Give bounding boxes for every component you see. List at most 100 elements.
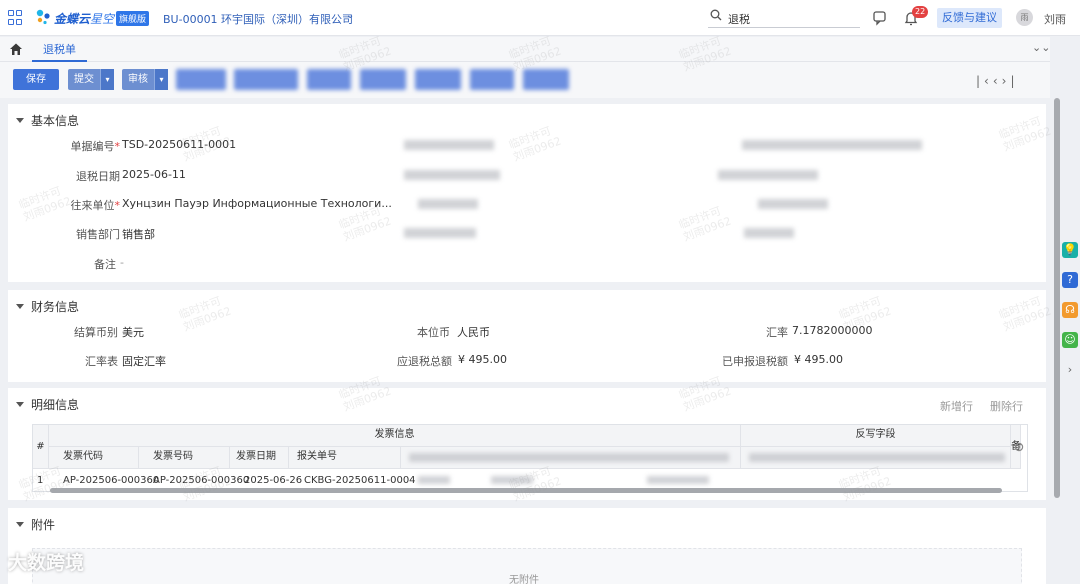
toolbar: 保存 提交 ▾ 审核 ▾ |‹‹›| [0, 62, 1050, 98]
refund-total-label: 应退税总额 [397, 355, 452, 368]
attachment-empty-text: 无附件 [509, 575, 539, 584]
attachment-section: 附件 无附件 [8, 508, 1046, 584]
redacted-field [758, 199, 828, 209]
table-horizontal-scrollbar[interactable] [50, 488, 1002, 493]
save-button[interactable]: 保存 [13, 69, 59, 90]
customs-no-header: 报关单号 [289, 447, 401, 469]
audit-dropdown-icon[interactable]: ▾ [154, 69, 168, 90]
toolbar-button-redacted-4[interactable] [360, 69, 406, 90]
bill-no-label: 单据编号* [70, 140, 121, 153]
delete-row-button[interactable]: 删除行 [990, 398, 1023, 414]
finance-info-title: 财务信息 [31, 300, 80, 314]
remark-field[interactable]: - [120, 256, 124, 269]
detail-info-header[interactable]: 明细信息 [16, 396, 79, 413]
invoice-no-header: 发票号码 [139, 447, 230, 469]
refund-total-field[interactable]: ¥ 495.00 [458, 353, 507, 366]
redacted-field [418, 476, 450, 484]
app-grid-icon[interactable] [8, 10, 23, 25]
search-input[interactable]: 退税 [708, 8, 860, 28]
date-field[interactable]: 2025-06-11 [122, 168, 186, 181]
tab-refund-bill[interactable]: 退税单 [32, 37, 87, 62]
avatar[interactable]: 雨 [1016, 9, 1033, 26]
detail-info-title: 明细信息 [31, 398, 80, 412]
date-label: 退税日期 [76, 170, 120, 183]
message-icon[interactable] [872, 10, 888, 26]
feedback-button[interactable]: 反馈与建议 [937, 8, 1002, 28]
redacted-field [647, 476, 709, 484]
chevron-right-icon[interactable]: › [1062, 362, 1078, 378]
dept-label: 销售部门 [76, 228, 120, 241]
caret-down-icon [16, 304, 24, 309]
caret-down-icon [16, 402, 24, 407]
add-row-button[interactable]: 新增行 [940, 398, 973, 414]
top-bar: 金蝶云 星空 旗舰版 BU-00001 环宇国际（深圳）有限公司 ⌄ 退税 22… [0, 0, 1080, 36]
attachment-dropzone[interactable]: 无附件 [32, 548, 1022, 584]
index-column-header: # [33, 425, 49, 469]
partner-field[interactable]: Хунцзин Пауэр Информационные Технологи..… [122, 197, 392, 210]
attachment-header[interactable]: 附件 [16, 516, 55, 533]
submit-button[interactable]: 提交 ▾ [68, 69, 114, 90]
redacted-field [491, 476, 533, 484]
caret-down-icon [16, 522, 24, 527]
basic-info-section: 基本信息 单据编号* TSD-20250611-0001 退税日期 2025-0… [8, 104, 1046, 282]
row-index: 1 [37, 475, 44, 486]
declared-label: 已申报退税额 [722, 355, 788, 368]
dept-field[interactable]: 销售部 [122, 226, 155, 242]
redacted-field [418, 199, 478, 209]
notification-badge: 22 [912, 6, 929, 18]
redacted-field [742, 140, 922, 150]
detail-info-section: 明细信息 新增行 删除行 # 发票信息 反写字段 备 发票代码 发票号码 发票日… [8, 388, 1046, 500]
kingdee-logo-icon [36, 9, 50, 25]
currency-label: 结算币别 [74, 326, 118, 339]
search-value: 退税 [728, 13, 750, 26]
home-icon[interactable] [9, 42, 23, 56]
corner-watermark: 大数跨境 [8, 552, 85, 574]
declared-field[interactable]: ¥ 495.00 [794, 353, 843, 366]
user-name[interactable]: 刘雨 [1044, 11, 1066, 27]
rate-table-label: 汇率表 [85, 355, 118, 368]
bill-no-field[interactable]: TSD-20250611-0001 [122, 138, 236, 151]
toolbar-button-redacted-2[interactable] [234, 69, 298, 90]
form-content: 基本信息 单据编号* TSD-20250611-0001 退税日期 2025-0… [0, 98, 1054, 584]
lightbulb-icon[interactable]: 💡 [1062, 242, 1078, 258]
attachment-title: 附件 [31, 518, 56, 532]
page-vertical-scrollbar[interactable] [1054, 98, 1060, 498]
redacted-field [718, 170, 818, 180]
submit-dropdown-icon[interactable]: ▾ [100, 69, 114, 90]
toolbar-button-redacted-3[interactable] [307, 69, 351, 90]
base-currency-field[interactable]: 人民币 [457, 324, 490, 340]
finance-info-section: 财务信息 结算币别 美元 本位币 人民币 汇率 7.1782000000 汇率表… [8, 290, 1046, 382]
toolbar-button-redacted-1[interactable] [176, 69, 226, 90]
redacted-field [744, 228, 794, 238]
collapse-icon[interactable]: ⌄⌄ [1032, 41, 1050, 54]
rate-field[interactable]: 7.1782000000 [792, 324, 872, 337]
edition-badge: 旗舰版 [116, 11, 150, 26]
smile-icon[interactable]: ☺ [1062, 332, 1078, 348]
detail-table: # 发票信息 反写字段 备 发票代码 发票号码 发票日期 报关单号 1 AP-2… [32, 424, 1028, 492]
record-pager[interactable]: |‹‹›| [976, 74, 1018, 88]
help-icon[interactable]: ? [1062, 272, 1078, 288]
remark-label: 备注 [94, 258, 116, 271]
headset-icon[interactable]: ☊ [1062, 302, 1078, 318]
audit-button[interactable]: 审核 ▾ [122, 69, 168, 90]
gear-icon[interactable] [1013, 441, 1025, 453]
redacted-field [404, 228, 476, 238]
toolbar-button-redacted-6[interactable] [470, 69, 514, 90]
chevron-down-icon[interactable]: ⌄ [346, 10, 354, 21]
redacted-field [749, 453, 1005, 462]
basic-info-header[interactable]: 基本信息 [16, 112, 79, 129]
finance-info-header[interactable]: 财务信息 [16, 298, 79, 315]
invoice-group-header: 发票信息 [49, 425, 741, 447]
brand-sub: 星空 [90, 12, 115, 26]
basic-info-title: 基本信息 [31, 114, 80, 128]
tab-bar: 退税单 ⌄⌄ [0, 37, 1050, 62]
rate-table-field[interactable]: 固定汇率 [122, 353, 166, 369]
toolbar-button-redacted-5[interactable] [415, 69, 461, 90]
invoice-date-header: 发票日期 [230, 447, 289, 469]
toolbar-button-redacted-7[interactable] [523, 69, 569, 90]
currency-field[interactable]: 美元 [122, 324, 144, 340]
submit-label: 提交 [74, 74, 94, 85]
redacted-field [404, 140, 494, 150]
right-side-toolbar: 💡 ? ☊ ☺ › [1061, 238, 1080, 378]
organization-selector[interactable]: BU-00001 环宇国际（深圳）有限公司 [163, 11, 353, 27]
